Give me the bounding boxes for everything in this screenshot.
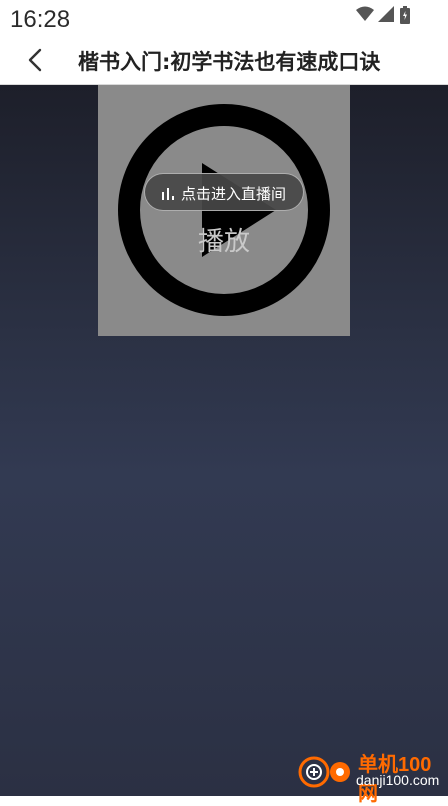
watermark-logo-icon: [298, 756, 350, 788]
status-icons: [356, 6, 416, 26]
battery-icon: [400, 6, 410, 24]
live-button-label: 点击进入直播间: [181, 185, 287, 203]
play-label: 播放: [197, 227, 250, 257]
enter-live-room-button[interactable]: 点击进入直播间: [144, 173, 304, 211]
wifi-icon: [356, 6, 374, 21]
chevron-left-icon: [28, 48, 42, 72]
page-title: 楷书入门:初学书法也有速成口诀: [78, 50, 381, 74]
app-header: 楷书入门:初学书法也有速成口诀: [0, 40, 448, 85]
video-content-area: 播放 点击进入直播间 单机100网 danji100.com: [0, 85, 448, 805]
bar-chart-icon: [162, 188, 174, 200]
status-time: 16:28: [10, 6, 71, 33]
back-button[interactable]: [24, 46, 48, 74]
status-bar: 16:28: [0, 0, 448, 40]
cellular-signal-icon: [378, 6, 394, 22]
watermark: 单机100网 danji100.com: [296, 748, 444, 805]
watermark-domain: danji100.com: [356, 772, 440, 788]
